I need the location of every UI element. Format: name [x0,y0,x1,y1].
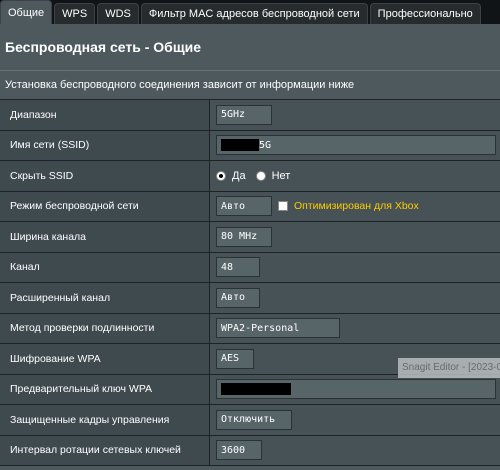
width-select[interactable]: 80 MHz [216,226,272,247]
ssid-label: Имя сети (SSID) [0,130,210,160]
channel-select[interactable]: 48 [216,257,260,278]
row-key-rotation: Интервал ротации сетевых ключей 3600 [0,435,500,466]
hide-ssid-yes-label: Да [232,169,246,182]
row-channel: Канал 48 [0,252,500,283]
ssid-input[interactable]: 5G [216,135,496,156]
ext-channel-select[interactable]: Авто [216,287,260,308]
tab-mac-filter[interactable]: Фильтр MAC адресов беспроводной сети [140,3,368,24]
wpa-key-input[interactable] [216,379,496,400]
xbox-label: Оптимизирован для Xbox [294,200,419,213]
row-hide-ssid: Скрыть SSID Да Нет [0,161,500,192]
xbox-checkbox[interactable] [278,201,288,212]
row-auth: Метод проверки подлинности WPA2-Personal [0,313,500,344]
row-ssid: Имя сети (SSID) 5G [0,130,500,161]
hide-ssid-label: Скрыть SSID [0,161,210,191]
row-mode: Режим беспроводной сети Авто Оптимизиров… [0,191,500,222]
tab-bar: Общие WPS WDS Фильтр MAC адресов беспров… [0,0,500,24]
wpa-encryption-label: Шифрование WPA [0,344,210,374]
tab-wds[interactable]: WDS [97,3,139,24]
wpa-key-label: Предварительный ключ WPA [0,374,210,404]
mode-select[interactable]: Авто [216,196,272,217]
key-rotation-label: Интервал ротации сетевых ключей [0,435,210,465]
ext-channel-label: Расширенный канал [0,283,210,313]
width-label: Ширина канала [0,222,210,252]
row-wpa-key: Предварительный ключ WPA [0,374,500,405]
hide-ssid-yes-radio[interactable] [216,170,226,181]
mode-label: Режим беспроводной сети [0,191,210,221]
row-pmf: Защищенные кадры управления Отключить [0,405,500,436]
tab-general[interactable]: Общие [0,0,53,24]
settings-table: Диапазон 5GHz Имя сети (SSID) 5G Скрыть … [0,99,500,466]
tab-wps[interactable]: WPS [54,3,96,24]
channel-label: Канал [0,252,210,282]
pmf-select[interactable]: Отключить [216,409,292,430]
pmf-label: Защищенные кадры управления [0,405,210,435]
hide-ssid-no-radio[interactable] [255,170,266,181]
auth-select[interactable]: WPA2-Personal [216,318,340,339]
tab-professional[interactable]: Профессионально [369,3,481,24]
snagit-overlay: Snagit Editor - [2023-0 [398,358,500,378]
page-title: Беспроводная сеть - Общие [0,24,500,71]
wpa-encryption-select[interactable]: AES [216,348,254,369]
auth-label: Метод проверки подлинности [0,313,210,343]
band-select[interactable]: 5GHz [216,104,272,125]
ssid-suffix: 5G [259,139,272,151]
intro-text: Установка беспроводного соединения завис… [5,79,355,91]
key-rotation-input[interactable]: 3600 [216,440,262,461]
redacted-ssid [221,139,259,152]
redacted-key [221,383,291,396]
hide-ssid-no-label: Нет [271,169,291,182]
row-width: Ширина канала 80 MHz [0,222,500,253]
row-band: Диапазон 5GHz [0,100,500,131]
band-label: Диапазон [0,100,210,130]
row-ext-channel: Расширенный канал Авто [0,283,500,314]
